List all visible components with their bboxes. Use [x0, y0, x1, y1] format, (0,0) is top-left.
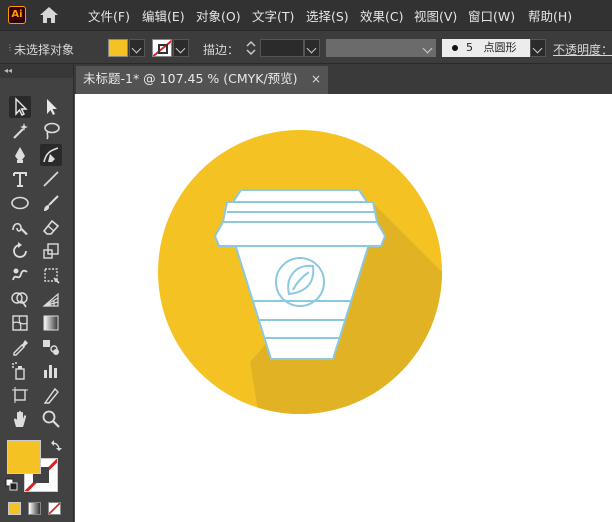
- color-mode-swatch[interactable]: [8, 502, 21, 515]
- fill-dropdown-chevron-icon[interactable]: [129, 39, 145, 57]
- profile-chevron-icon[interactable]: [420, 39, 436, 57]
- menu-help[interactable]: 帮助(H): [528, 6, 572, 25]
- mesh-tool-icon[interactable]: [9, 312, 31, 334]
- free-transform-tool-icon[interactable]: [40, 264, 62, 286]
- lasso-tool-icon[interactable]: [40, 120, 62, 142]
- curvature-tool-icon[interactable]: [40, 144, 62, 166]
- shape-builder-tool-icon[interactable]: [9, 288, 31, 310]
- document-tabs: 未标题-1* @ 107.45 % (CMYK/预览) ×: [74, 64, 612, 94]
- round-brush-icon: [452, 45, 458, 51]
- close-icon[interactable]: ×: [308, 66, 324, 92]
- line-segment-tool-icon[interactable]: [40, 168, 62, 190]
- gradient-tool-icon[interactable]: [40, 312, 62, 334]
- gradient-mode-swatch[interactable]: [28, 502, 41, 515]
- document-tab-title: 未标题-1* @ 107.45 % (CMYK/预览): [83, 71, 298, 86]
- home-icon[interactable]: [38, 5, 60, 25]
- control-bar: ⋮ 未选择对象 描边： 5 点圆形 不透明度：: [0, 30, 612, 64]
- menu-object[interactable]: 对象(O): [196, 6, 241, 25]
- ellipse-tool-icon[interactable]: [9, 192, 31, 214]
- menu-select[interactable]: 选择(S): [306, 6, 349, 25]
- app-logo: Ai: [8, 6, 26, 24]
- rotate-tool-icon[interactable]: [9, 240, 31, 262]
- cup-lid-base: [213, 221, 387, 247]
- brush-size: 5: [466, 41, 473, 54]
- menu-edit[interactable]: 编辑(E): [142, 6, 185, 25]
- type-tool-icon[interactable]: [9, 168, 31, 190]
- stroke-weight-input[interactable]: [260, 39, 304, 57]
- fill-swatch[interactable]: [108, 39, 128, 57]
- blend-tool-icon[interactable]: [40, 336, 62, 358]
- menu-window[interactable]: 窗口(W): [468, 6, 515, 25]
- stroke-label: 描边：: [203, 43, 240, 57]
- magic-wand-tool-icon[interactable]: [9, 120, 31, 142]
- stroke-swatch[interactable]: [152, 39, 172, 57]
- perspective-grid-tool-icon[interactable]: [40, 288, 62, 310]
- opacity-label[interactable]: 不透明度：: [553, 41, 612, 58]
- hand-tool-icon[interactable]: [9, 408, 31, 430]
- stroke-dropdown-chevron-icon[interactable]: [173, 39, 189, 57]
- collapse-panel-icon[interactable]: ◂◂: [0, 64, 73, 78]
- scale-tool-icon[interactable]: [40, 240, 62, 262]
- default-fill-stroke-icon[interactable]: [5, 478, 19, 492]
- swap-fill-stroke-icon[interactable]: [48, 438, 64, 454]
- column-graph-tool-icon[interactable]: [40, 360, 62, 382]
- fill-color-box[interactable]: [7, 440, 41, 474]
- brush-label: 点圆形: [483, 41, 517, 54]
- cup-lid-top: [231, 189, 369, 203]
- warp-tool-icon[interactable]: [9, 264, 31, 286]
- paintbrush-tool-icon[interactable]: [40, 192, 62, 214]
- stroke-weight-chevron-icon[interactable]: [304, 39, 320, 57]
- menu-effect[interactable]: 效果(C): [360, 6, 403, 25]
- none-mode-swatch[interactable]: [48, 502, 61, 515]
- brush-chevron-icon[interactable]: [530, 39, 546, 57]
- selection-tool-icon[interactable]: [9, 96, 31, 118]
- menu-type[interactable]: 文字(T): [252, 6, 294, 25]
- slice-tool-icon[interactable]: [40, 384, 62, 406]
- document-tab[interactable]: 未标题-1* @ 107.45 % (CMYK/预览) ×: [76, 66, 328, 94]
- eyedropper-tool-icon[interactable]: [9, 336, 31, 358]
- menu-view[interactable]: 视图(V): [414, 6, 457, 25]
- artboard-tool-icon[interactable]: [9, 384, 31, 406]
- zoom-tool-icon[interactable]: [40, 408, 62, 430]
- panel-grip-icon[interactable]: ⋮: [6, 43, 14, 52]
- menu-bar: Ai 文件(F) 编辑(E) 对象(O) 文字(T) 选择(S) 效果(C) 视…: [0, 0, 612, 30]
- coffee-cup-illustration: [158, 130, 442, 414]
- pen-tool-icon[interactable]: [9, 144, 31, 166]
- eraser-tool-icon[interactable]: [40, 216, 62, 238]
- shaper-tool-icon[interactable]: [9, 216, 31, 238]
- stroke-spinner-icon[interactable]: [244, 39, 258, 57]
- selection-status: 未选择对象: [14, 43, 75, 57]
- symbol-sprayer-tool-icon[interactable]: [9, 360, 31, 382]
- direct-selection-tool-icon[interactable]: [40, 96, 62, 118]
- menu-file[interactable]: 文件(F): [88, 6, 130, 25]
- artboard[interactable]: [75, 94, 612, 522]
